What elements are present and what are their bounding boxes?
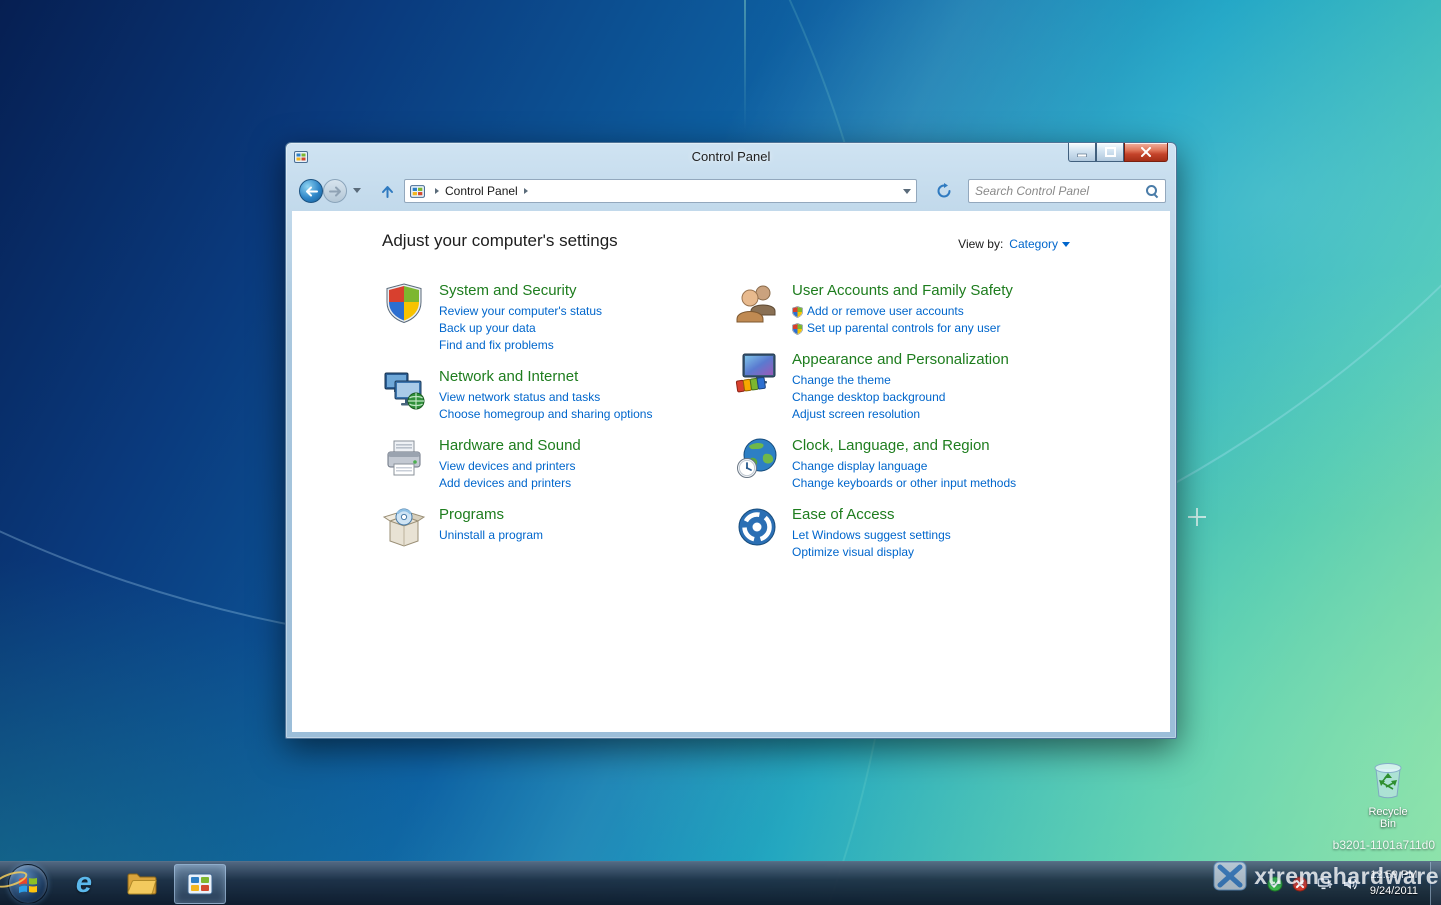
category-column-left: System and Security Review your computer…	[382, 281, 732, 562]
taskbar-internet-explorer-button[interactable]: e	[58, 864, 110, 904]
category-link[interactable]: Find and fix problems	[439, 337, 602, 354]
category-column-right: User Accounts and Family Safety Add or r…	[735, 281, 1155, 574]
category-link[interactable]: Uninstall a program	[439, 527, 543, 544]
background-streak	[744, 0, 746, 130]
category-link[interactable]: Let Windows suggest settings	[792, 527, 951, 544]
watermark-build-text: b3201-1101a711d0	[1333, 838, 1435, 852]
windows-flag-icon	[18, 874, 38, 893]
uac-shield-icon	[792, 306, 803, 318]
category-link[interactable]: Change desktop background	[792, 389, 1009, 406]
globe-clock-icon[interactable]	[735, 436, 779, 480]
navigation-bar: Control Panel	[286, 171, 1176, 211]
category-ease-of-access: Ease of Access Let Windows suggest setti…	[735, 505, 1155, 561]
search-box	[968, 179, 1166, 203]
category-title[interactable]: System and Security	[439, 282, 602, 299]
address-bar[interactable]: Control Panel	[404, 179, 917, 203]
category-link[interactable]: Change keyboards or other input methods	[792, 475, 1016, 492]
category-link[interactable]: Choose homegroup and sharing options	[439, 406, 652, 423]
maximize-button[interactable]	[1096, 143, 1124, 162]
control-panel-content: Adjust your computer's settings View by:…	[292, 211, 1170, 732]
window-title: Control Panel	[286, 149, 1176, 164]
address-dropdown-icon[interactable]	[903, 189, 911, 194]
search-icon[interactable]	[1145, 184, 1159, 198]
chevron-down-icon	[1062, 242, 1070, 247]
category-link[interactable]: Back up your data	[439, 320, 602, 337]
up-button[interactable]	[376, 181, 398, 202]
view-by-label: View by:	[958, 237, 1003, 251]
forward-button[interactable]	[323, 179, 347, 203]
category-title[interactable]: Appearance and Personalization	[792, 351, 1009, 368]
category-link[interactable]: Adjust screen resolution	[792, 406, 1009, 423]
category-link[interactable]: Review your computer's status	[439, 303, 602, 320]
control-panel-window: Control Panel	[285, 142, 1177, 739]
category-clock-language-region: Clock, Language, and Region Change displ…	[735, 436, 1155, 492]
category-title[interactable]: Clock, Language, and Region	[792, 437, 1016, 454]
user-accounts-icon[interactable]	[735, 281, 779, 325]
control-panel-taskbar-icon	[187, 873, 213, 895]
programs-box-icon[interactable]	[382, 505, 426, 549]
category-user-accounts: User Accounts and Family Safety Add or r…	[735, 281, 1155, 337]
watermark-brand-text: xtremehardware	[1254, 863, 1439, 890]
category-link[interactable]: Optimize visual display	[792, 544, 951, 561]
folder-icon	[127, 872, 157, 896]
personalization-icon[interactable]	[735, 350, 779, 394]
category-link[interactable]: View network status and tasks	[439, 389, 652, 406]
taskbar-explorer-button[interactable]	[116, 864, 168, 904]
uac-shield-icon	[792, 323, 803, 335]
start-button[interactable]	[8, 864, 48, 904]
recent-pages-chevron[interactable]	[353, 188, 361, 193]
xtremehardware-logo-icon	[1213, 861, 1247, 891]
category-title[interactable]: Hardware and Sound	[439, 437, 581, 454]
minimize-button[interactable]	[1068, 143, 1096, 162]
page-title: Adjust your computer's settings	[382, 231, 618, 251]
close-button[interactable]	[1124, 143, 1168, 162]
recycle-bin-icon	[1367, 756, 1409, 800]
category-programs: Programs Uninstall a program	[382, 505, 732, 549]
taskbar-control-panel-button[interactable]	[174, 864, 226, 904]
internet-explorer-icon: e	[76, 867, 92, 900]
back-button[interactable]	[299, 179, 323, 203]
view-by-control: View by: Category	[958, 237, 1070, 251]
breadcrumb-control-panel[interactable]: Control Panel	[445, 184, 518, 198]
category-title[interactable]: Programs	[439, 506, 543, 523]
search-input[interactable]	[975, 184, 1145, 198]
background-sparkle	[1188, 508, 1206, 526]
category-link[interactable]: Change the theme	[792, 372, 1009, 389]
titlebar[interactable]: Control Panel	[286, 143, 1176, 171]
category-link[interactable]: Set up parental controls for any user	[792, 320, 1013, 337]
category-link[interactable]: Add devices and printers	[439, 475, 581, 492]
view-by-dropdown[interactable]: Category	[1009, 237, 1070, 251]
breadcrumb-separator-icon	[435, 188, 439, 194]
category-title[interactable]: Network and Internet	[439, 368, 652, 385]
category-link[interactable]: Add or remove user accounts	[792, 303, 1013, 320]
category-title[interactable]: User Accounts and Family Safety	[792, 282, 1013, 299]
category-system-and-security: System and Security Review your computer…	[382, 281, 732, 354]
category-appearance-personalization: Appearance and Personalization Change th…	[735, 350, 1155, 423]
category-link[interactable]: Change display language	[792, 458, 1016, 475]
address-control-panel-icon	[410, 184, 425, 199]
watermark-brand: xtremehardware	[1213, 861, 1439, 891]
category-network-and-internet: Network and Internet View network status…	[382, 367, 732, 423]
breadcrumb-separator-icon	[524, 188, 528, 194]
category-link[interactable]: View devices and printers	[439, 458, 581, 475]
printer-icon[interactable]	[382, 436, 426, 480]
recycle-bin[interactable]: Recycle Bin	[1360, 756, 1416, 830]
recycle-bin-label: Recycle Bin	[1360, 806, 1416, 830]
network-computers-icon[interactable]	[382, 367, 426, 411]
ease-of-access-icon[interactable]	[735, 505, 779, 549]
category-title[interactable]: Ease of Access	[792, 506, 951, 523]
category-hardware-and-sound: Hardware and Sound View devices and prin…	[382, 436, 732, 492]
refresh-button[interactable]	[932, 179, 956, 203]
security-shield-icon[interactable]	[382, 281, 426, 325]
